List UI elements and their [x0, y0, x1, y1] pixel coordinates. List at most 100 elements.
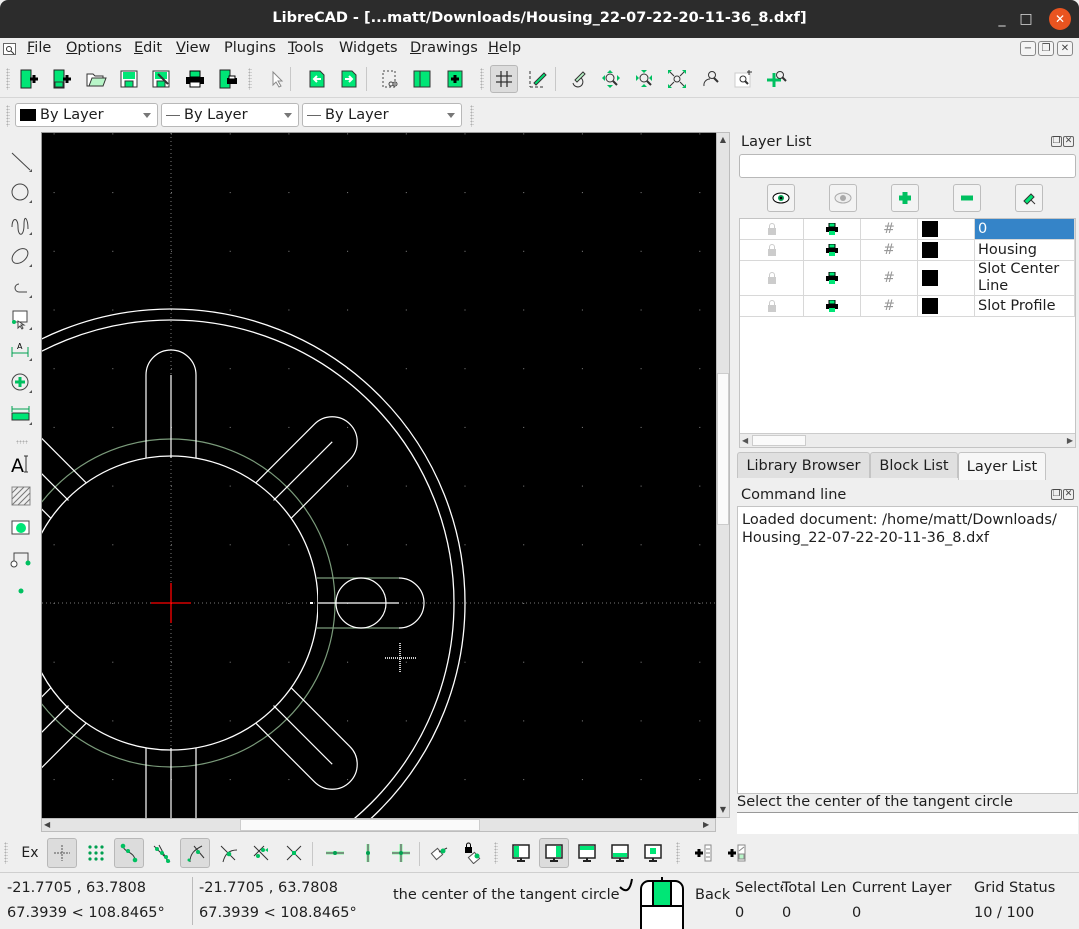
float-icon[interactable]: ❐: [1051, 489, 1062, 500]
snap-middle-icon[interactable]: [213, 838, 243, 868]
zoom-window-icon[interactable]: [729, 65, 757, 93]
hatch-tool-icon[interactable]: [6, 482, 36, 510]
scroll-left-icon[interactable]: ◀: [742, 434, 748, 447]
polyline-tool-icon[interactable]: [6, 274, 36, 302]
redo-icon[interactable]: [335, 65, 363, 93]
layer-name[interactable]: Slot Profile: [975, 296, 1075, 316]
tab-library-browser[interactable]: Library Browser: [737, 452, 870, 478]
toolbar-grip[interactable]: [676, 842, 680, 864]
scroll-up-icon[interactable]: ▲: [717, 135, 729, 145]
vertical-scroll-thumb[interactable]: [717, 373, 729, 525]
menu-edit[interactable]: Edit: [134, 40, 162, 56]
horizontal-scroll-thumb[interactable]: [240, 819, 480, 831]
view-left-icon[interactable]: [506, 838, 536, 868]
layer-filter-input[interactable]: [739, 154, 1076, 178]
toolbar-grip[interactable]: [470, 105, 474, 127]
menu-drawings[interactable]: Drawings: [410, 40, 478, 56]
copy-icon[interactable]: [408, 65, 436, 93]
paste-icon[interactable]: [441, 65, 469, 93]
menu-widgets[interactable]: Widgets: [339, 40, 398, 56]
tab-block-list[interactable]: Block List: [870, 452, 958, 478]
printer-icon[interactable]: [804, 240, 861, 260]
layer-color-swatch[interactable]: [918, 261, 975, 295]
layer-color-swatch[interactable]: [918, 240, 975, 260]
linewidth-select[interactable]: By Layer: [161, 103, 299, 127]
new-from-template-icon[interactable]: [48, 65, 76, 93]
lock-relative-zero-icon[interactable]: [458, 838, 488, 868]
printer-icon[interactable]: [804, 296, 861, 316]
edit-layer-button[interactable]: [1015, 184, 1043, 212]
text-tool-icon[interactable]: A: [6, 450, 36, 478]
image-tool-icon[interactable]: [6, 513, 36, 541]
printer-icon[interactable]: [804, 219, 861, 239]
snap-intersection-icon[interactable]: [279, 838, 309, 868]
menu-view[interactable]: View: [176, 40, 210, 56]
restrict-horizontal-icon[interactable]: [320, 838, 350, 868]
print-preview-icon[interactable]: [214, 65, 242, 93]
point-tool-icon[interactable]: [6, 577, 36, 605]
scroll-right-icon[interactable]: ▶: [703, 819, 713, 831]
layer-row[interactable]: # Slot Center Line: [740, 261, 1075, 296]
snap-center-icon[interactable]: [180, 838, 210, 868]
lock-icon[interactable]: [740, 296, 804, 316]
snap-free-icon[interactable]: [47, 838, 77, 868]
construction-icon[interactable]: #: [861, 240, 918, 260]
snap-endpoints-icon[interactable]: [114, 838, 144, 868]
scroll-right-icon[interactable]: ▶: [1067, 434, 1073, 447]
view-bottom-icon[interactable]: [605, 838, 635, 868]
mdi-restore-button[interactable]: ❐: [1038, 41, 1054, 56]
block-tool-icon[interactable]: [6, 545, 36, 573]
canvas-horizontal-scrollbar[interactable]: ◀ ▶: [41, 818, 716, 832]
close-button[interactable]: ✕: [1049, 8, 1071, 30]
toolbar-grip[interactable]: [494, 842, 498, 864]
layer-row[interactable]: # Slot Profile: [740, 296, 1075, 317]
zoom-previous-icon[interactable]: [696, 65, 724, 93]
undo-icon[interactable]: [303, 65, 331, 93]
menu-file[interactable]: File: [27, 40, 51, 56]
add-layer-button[interactable]: [891, 184, 919, 212]
mdi-minimize-button[interactable]: −: [1020, 41, 1036, 56]
canvas-vertical-scrollbar[interactable]: ▲ ▼: [716, 132, 730, 818]
scroll-down-icon[interactable]: ▼: [717, 805, 729, 815]
view-top-icon[interactable]: [572, 838, 602, 868]
save-as-icon[interactable]: [147, 65, 175, 93]
save-icon[interactable]: [115, 65, 143, 93]
line-tool-icon[interactable]: [6, 148, 36, 176]
construction-icon[interactable]: #: [861, 219, 918, 239]
layer-color-swatch[interactable]: [918, 296, 975, 316]
layer-name[interactable]: Housing: [975, 240, 1075, 260]
zoom-in-icon[interactable]: [597, 65, 625, 93]
zoom-auto-icon[interactable]: [663, 65, 691, 93]
layer-name[interactable]: 0: [975, 219, 1075, 239]
toolbar-grip[interactable]: [6, 105, 10, 127]
layer-row[interactable]: # 0: [740, 219, 1075, 240]
zoom-out-icon[interactable]: [630, 65, 658, 93]
grid-toggle-icon[interactable]: [490, 65, 518, 93]
close-icon[interactable]: ✕: [1063, 136, 1074, 147]
open-file-icon[interactable]: [82, 65, 110, 93]
maximize-button[interactable]: □: [1015, 8, 1037, 30]
scroll-thumb[interactable]: [752, 435, 806, 446]
toolbar-grip[interactable]: [248, 68, 252, 90]
cut-icon[interactable]: [375, 65, 403, 93]
relative-zero-icon[interactable]: [425, 838, 455, 868]
printer-icon[interactable]: [804, 261, 861, 295]
minimize-button[interactable]: _: [991, 8, 1013, 30]
menu-options[interactable]: Options: [66, 40, 122, 56]
select-tool-icon[interactable]: [6, 306, 36, 334]
lock-icon[interactable]: [740, 261, 804, 295]
construction-icon[interactable]: #: [861, 261, 918, 295]
snap-grid-icon[interactable]: [81, 838, 111, 868]
restrict-vertical-icon[interactable]: [353, 838, 383, 868]
restrict-orthogonal-icon[interactable]: [386, 838, 416, 868]
select-pointer-icon[interactable]: [262, 65, 290, 93]
add-layer-list-icon[interactable]: [688, 838, 718, 868]
menu-plugins[interactable]: Plugins: [224, 40, 276, 56]
toolbar-grip[interactable]: [4, 842, 8, 864]
measure-tool-icon[interactable]: [6, 401, 36, 429]
snap-distance-icon[interactable]: [246, 838, 276, 868]
close-icon[interactable]: ✕: [1063, 489, 1074, 500]
document-icon[interactable]: [3, 43, 17, 56]
layer-row[interactable]: # Housing: [740, 240, 1075, 261]
exclusive-snap-button[interactable]: Ex: [15, 838, 45, 868]
